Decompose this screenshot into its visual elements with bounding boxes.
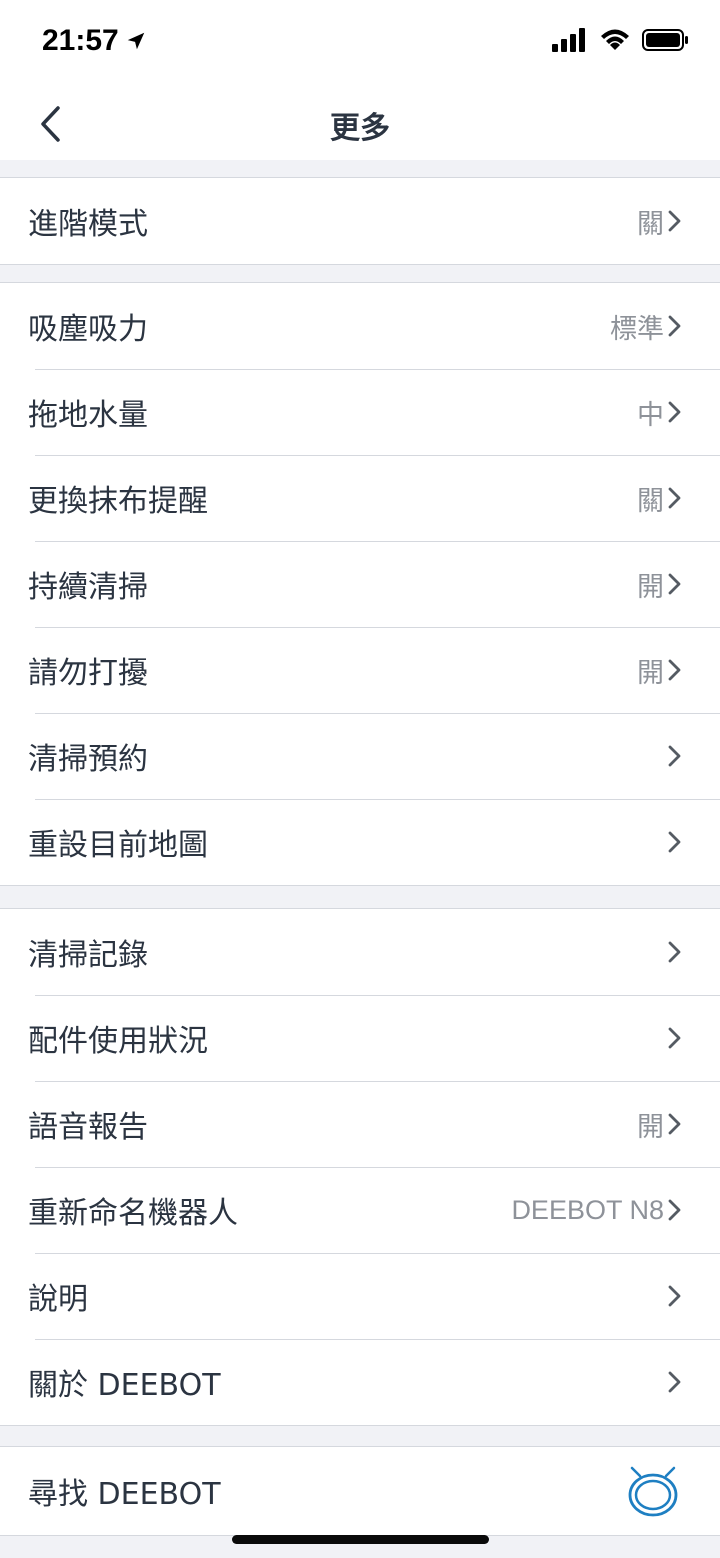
setting-label: 配件使用狀況 <box>28 1024 208 1059</box>
page-title: 更多 <box>330 111 390 146</box>
setting-label: 重新命名機器人 <box>28 1196 238 1231</box>
setting-label: 清掃記錄 <box>28 938 148 973</box>
setting-row-reset-map[interactable]: 重設目前地圖 <box>0 799 720 885</box>
cellular-signal-icon <box>552 28 585 52</box>
setting-row-do-not-disturb[interactable]: 請勿打擾 開 <box>0 627 720 713</box>
setting-value: DEEBOT N8 <box>511 1194 664 1225</box>
setting-row-find-deebot[interactable]: 尋找 DEEBOT <box>0 1447 720 1535</box>
settings-section-info: 清掃記錄 配件使用狀況 語音報告 開 重新命名機器人 DEEBOT N8 說明 <box>0 908 720 1426</box>
setting-label: 進階模式 <box>28 207 148 242</box>
chevron-right-icon <box>668 1371 681 1393</box>
setting-label: 說明 <box>28 1282 88 1317</box>
chevron-right-icon <box>668 659 681 681</box>
home-indicator[interactable] <box>232 1535 489 1544</box>
chevron-right-icon <box>668 1199 681 1221</box>
wifi-icon <box>601 29 629 50</box>
chevron-right-icon <box>668 745 681 767</box>
status-bar: 21:57 <box>0 0 720 88</box>
setting-value: 關 <box>637 208 664 239</box>
chevron-right-icon <box>668 1285 681 1307</box>
settings-section-find: 尋找 DEEBOT <box>0 1446 720 1536</box>
setting-row-advanced-mode[interactable]: 進階模式 關 <box>0 178 720 264</box>
navigation-bar: 更多 <box>0 88 720 160</box>
status-time: 21:57 <box>42 24 147 58</box>
setting-row-voice-report[interactable]: 語音報告 開 <box>0 1081 720 1167</box>
setting-label: 更換抹布提醒 <box>28 484 208 519</box>
setting-label: 語音報告 <box>28 1110 148 1145</box>
chevron-right-icon <box>668 1113 681 1135</box>
setting-value: 開 <box>637 1111 664 1142</box>
setting-row-rename-robot[interactable]: 重新命名機器人 DEEBOT N8 <box>0 1167 720 1253</box>
chevron-right-icon <box>668 210 681 232</box>
setting-label: 持續清掃 <box>28 570 148 605</box>
setting-value: 標準 <box>610 313 664 344</box>
settings-section-advanced: 進階模式 關 <box>0 177 720 265</box>
setting-value: 開 <box>637 657 664 688</box>
setting-label: 尋找 DEEBOT <box>28 1477 221 1512</box>
setting-row-cleaning-schedule[interactable]: 清掃預約 <box>0 713 720 799</box>
setting-label: 拖地水量 <box>28 398 148 433</box>
setting-row-continuous-cleaning[interactable]: 持續清掃 開 <box>0 541 720 627</box>
setting-row-accessory-status[interactable]: 配件使用狀況 <box>0 995 720 1081</box>
setting-row-cleaning-log[interactable]: 清掃記錄 <box>0 909 720 995</box>
setting-value: 開 <box>637 571 664 602</box>
chevron-right-icon <box>668 941 681 963</box>
setting-label: 清掃預約 <box>28 742 148 777</box>
setting-label: 關於 DEEBOT <box>28 1368 221 1403</box>
chevron-right-icon <box>668 401 681 423</box>
setting-row-about-deebot[interactable]: 關於 DEEBOT <box>0 1339 720 1425</box>
chevron-right-icon <box>668 487 681 509</box>
clock-text: 21:57 <box>42 24 119 57</box>
chevron-right-icon <box>668 831 681 853</box>
chevron-right-icon <box>668 315 681 337</box>
chevron-right-icon <box>668 573 681 595</box>
setting-row-suction-power[interactable]: 吸塵吸力 標準 <box>0 283 720 369</box>
setting-value: 中 <box>637 399 664 430</box>
setting-value: 關 <box>637 485 664 516</box>
setting-label: 請勿打擾 <box>28 656 148 691</box>
battery-icon <box>642 29 688 51</box>
status-icons <box>552 28 690 52</box>
location-arrow-icon <box>127 32 144 50</box>
setting-row-help[interactable]: 說明 <box>0 1253 720 1339</box>
setting-row-mop-reminder[interactable]: 更換抹布提醒 關 <box>0 455 720 541</box>
setting-label: 重設目前地圖 <box>28 828 208 863</box>
settings-section-cleaning: 吸塵吸力 標準 拖地水量 中 更換抹布提醒 關 持續清掃 開 請勿打擾 開 清掃… <box>0 282 720 886</box>
robot-icon[interactable] <box>626 1464 680 1518</box>
setting-label: 吸塵吸力 <box>28 312 148 347</box>
chevron-right-icon <box>668 1027 681 1049</box>
setting-row-water-level[interactable]: 拖地水量 中 <box>0 369 720 455</box>
